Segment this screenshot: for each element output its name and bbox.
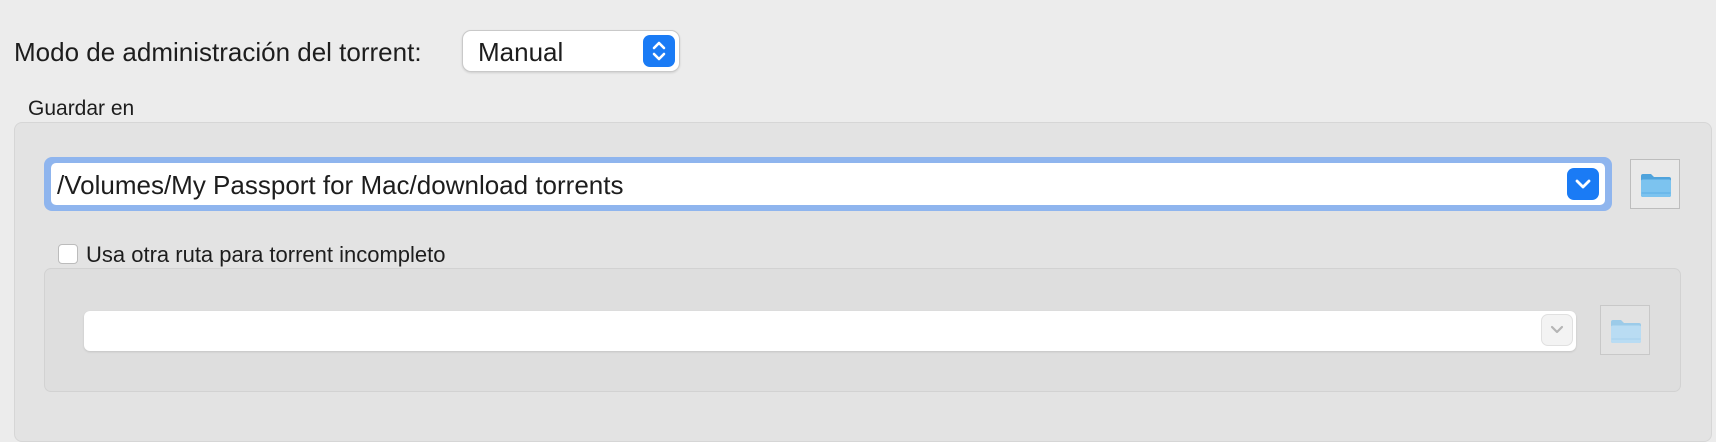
chevron-down-icon[interactable] (1541, 314, 1573, 346)
use-incomplete-path-label[interactable]: Usa otra ruta para torrent incompleto (86, 241, 446, 269)
browse-incomplete-path-button[interactable] (1600, 305, 1650, 355)
up-down-chevrons-icon (643, 35, 675, 67)
torrent-mode-label: Modo de administración del torrent: (14, 37, 422, 67)
torrent-mode-value: Manual (478, 37, 564, 67)
torrent-mode-select[interactable]: Manual (462, 30, 680, 72)
browse-save-path-button[interactable] (1630, 159, 1680, 209)
save-path-value: /Volumes/My Passport for Mac/download to… (57, 170, 624, 200)
save-path-combobox[interactable]: /Volumes/My Passport for Mac/download to… (51, 163, 1605, 205)
use-incomplete-path-checkbox[interactable] (58, 244, 78, 264)
chevron-down-icon[interactable] (1567, 168, 1599, 200)
save-in-group-title: Guardar en (28, 97, 135, 120)
incomplete-path-combobox[interactable] (84, 311, 1576, 351)
